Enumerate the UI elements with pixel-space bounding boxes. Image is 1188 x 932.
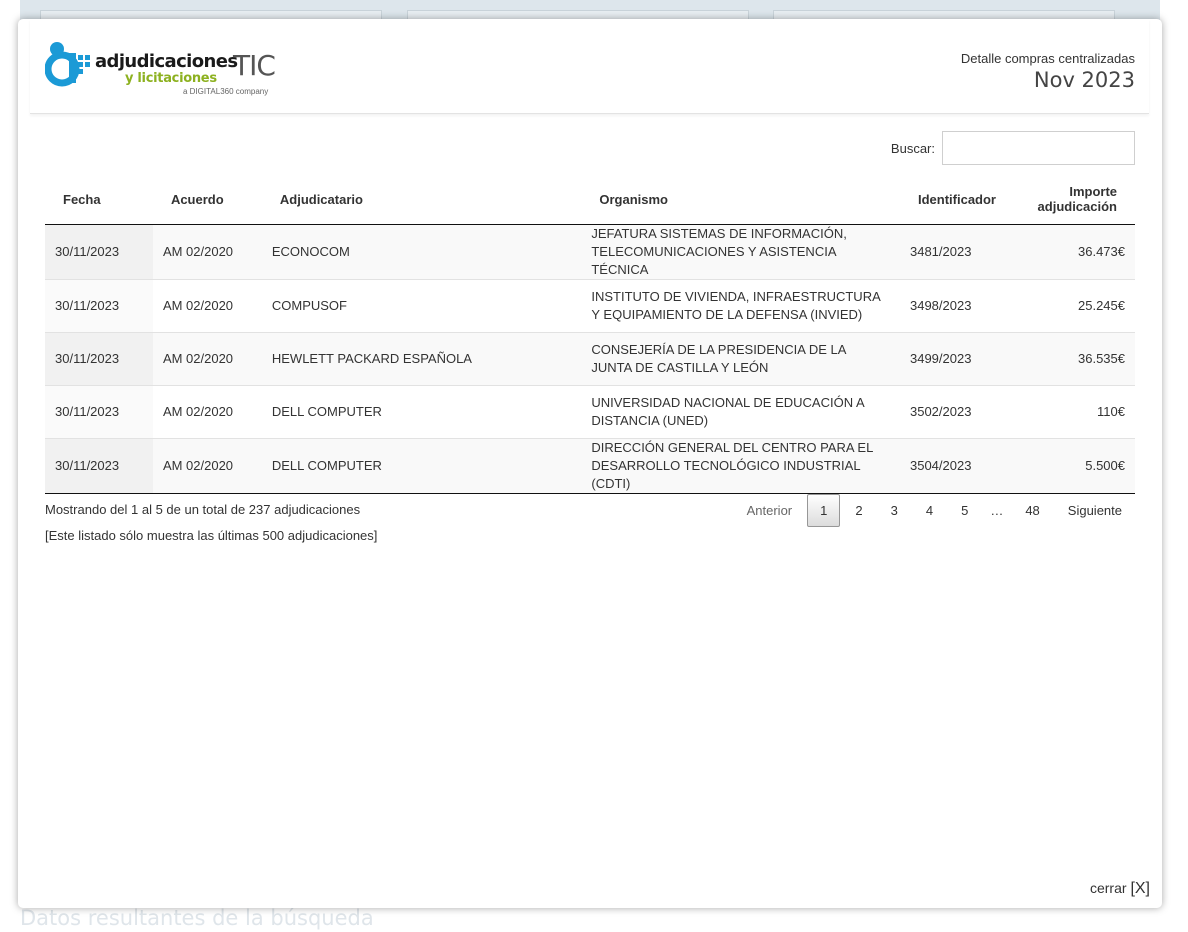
pagination-page-4[interactable]: 4 <box>913 494 946 527</box>
results-table-wrap: Fecha Acuerdo Adjudicatario Organismo Id… <box>45 174 1135 494</box>
table-header-row: Fecha Acuerdo Adjudicatario Organismo Id… <box>45 174 1135 225</box>
cell-importe: 36.473€ <box>1018 224 1135 280</box>
cell-organismo: CONSEJERÍA DE LA PRESIDENCIA DE LA JUNTA… <box>581 332 900 386</box>
column-header-fecha[interactable]: Fecha <box>45 174 153 225</box>
table-row: 30/11/2023 AM 02/2020 COMPUSOF INSTITUTO… <box>45 279 1135 333</box>
cell-importe: 36.535€ <box>1018 332 1135 386</box>
column-header-adjudicatario[interactable]: Adjudicatario <box>261 174 582 225</box>
column-header-organismo[interactable]: Organismo <box>581 174 900 225</box>
cell-organismo: JEFATURA SISTEMAS DE INFORMACIÓN, TELECO… <box>581 224 900 280</box>
cell-fecha: 30/11/2023 <box>45 438 153 494</box>
column-header-identificador[interactable]: Identificador <box>899 174 1019 225</box>
cell-identificador: 3498/2023 <box>899 279 1019 333</box>
logo-main-text: adjudicaciones <box>95 51 238 72</box>
cell-importe: 110€ <box>1018 385 1135 439</box>
pagination-page-1[interactable]: 1 <box>807 494 841 527</box>
results-note: [Este listado sólo muestra las últimas 5… <box>45 528 378 543</box>
pagination-page-2[interactable]: 2 <box>842 494 875 527</box>
adjudicaciones-logo-icon <box>45 42 90 87</box>
pagination-page-3[interactable]: 3 <box>878 494 911 527</box>
cell-organismo: INSTITUTO DE VIVIENDA, INFRAESTRUCTURA Y… <box>581 279 900 333</box>
close-button[interactable]: cerrar [X] <box>1090 880 1150 898</box>
cell-acuerdo: AM 02/2020 <box>152 438 262 494</box>
cell-fecha: 30/11/2023 <box>45 385 153 439</box>
cell-fecha: 30/11/2023 <box>45 279 153 333</box>
cell-importe: 5.500€ <box>1018 438 1135 494</box>
pagination-page-last[interactable]: 48 <box>1012 494 1052 527</box>
header-caption: Detalle compras centralizadas <box>960 51 1135 66</box>
column-header-importe[interactable]: Importe adjudicación <box>1018 174 1135 225</box>
header-month: Nov 2023 <box>1033 68 1135 92</box>
cell-organismo: UNIVERSIDAD NACIONAL DE EDUCACIÓN A DIST… <box>581 385 900 439</box>
search-input[interactable] <box>942 131 1135 165</box>
cell-identificador: 3499/2023 <box>899 332 1019 386</box>
cell-adjudicatario: DELL COMPUTER <box>261 385 582 439</box>
cell-fecha: 30/11/2023 <box>45 224 153 280</box>
logo-company-text: a DIGITAL360 company <box>183 87 269 96</box>
cell-adjudicatario: ECONOCOM <box>261 224 582 280</box>
table-row: 30/11/2023 AM 02/2020 ECONOCOM JEFATURA … <box>45 224 1135 280</box>
detail-modal: adjudicaciones TIC y licitaciones a DIGI… <box>18 19 1162 908</box>
cell-adjudicatario: DELL COMPUTER <box>261 438 582 494</box>
search-label: Buscar: <box>890 140 935 156</box>
cell-acuerdo: AM 02/2020 <box>152 279 262 333</box>
cell-adjudicatario: COMPUSOF <box>261 279 582 333</box>
close-icon: [X] <box>1130 880 1150 897</box>
cell-acuerdo: AM 02/2020 <box>152 385 262 439</box>
cell-identificador: 3504/2023 <box>899 438 1019 494</box>
search-box: Buscar: <box>891 131 1135 165</box>
cell-acuerdo: AM 02/2020 <box>152 224 262 280</box>
background-footer-text: Datos resultantes de la búsqueda <box>20 906 374 930</box>
cell-fecha: 30/11/2023 <box>45 332 153 386</box>
cell-importe: 25.245€ <box>1018 279 1135 333</box>
table-row: 30/11/2023 AM 02/2020 DELL COMPUTER UNIV… <box>45 385 1135 439</box>
results-info: Mostrando del 1 al 5 de un total de 237 … <box>45 502 361 517</box>
cell-acuerdo: AM 02/2020 <box>152 332 262 386</box>
logo-sub-text: y licitaciones <box>125 71 217 86</box>
cell-identificador: 3481/2023 <box>899 224 1019 280</box>
table-row: 30/11/2023 AM 02/2020 DELL COMPUTER DIRE… <box>45 438 1135 494</box>
cell-organismo: DIRECCIÓN GENERAL DEL CENTRO PARA EL DES… <box>581 438 900 494</box>
logo-tic-text: TIC <box>233 49 276 82</box>
pagination-page-5[interactable]: 5 <box>948 494 981 527</box>
header-summary: Detalle compras centralizadas Nov 2023 <box>961 51 1135 92</box>
pagination: Anterior 1 2 3 4 5 … 48 Siguiente <box>732 494 1135 527</box>
pagination-previous[interactable]: Anterior <box>734 494 806 527</box>
table-row: 30/11/2023 AM 02/2020 HEWLETT PACKARD ES… <box>45 332 1135 386</box>
modal-header: adjudicaciones TIC y licitaciones a DIGI… <box>30 19 1149 114</box>
cell-identificador: 3502/2023 <box>899 385 1019 439</box>
column-header-acuerdo[interactable]: Acuerdo <box>152 174 262 225</box>
pagination-ellipsis: … <box>990 503 1004 518</box>
close-label: cerrar <box>1089 880 1127 896</box>
cell-adjudicatario: HEWLETT PACKARD ESPAÑOLA <box>261 332 582 386</box>
pagination-next[interactable]: Siguiente <box>1055 494 1135 527</box>
results-table: Fecha Acuerdo Adjudicatario Organismo Id… <box>45 174 1135 494</box>
site-logo: adjudicaciones TIC y licitaciones a DIGI… <box>45 41 276 97</box>
